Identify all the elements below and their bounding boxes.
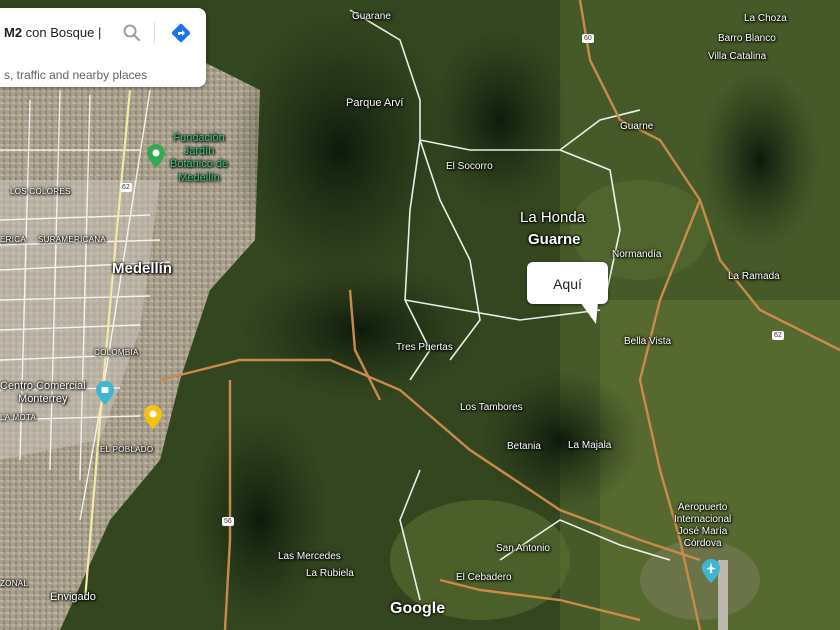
airport-pin-icon[interactable]: [702, 559, 720, 583]
place-pin-icon[interactable]: [144, 405, 162, 429]
search-card: M2 con Bosque | s, traffic and nearby pl…: [0, 8, 206, 87]
place-los-colores: LOS COLORES: [10, 187, 71, 196]
place-san-antonio: San Antonio: [496, 543, 550, 554]
place-fundacion-jardin-botanico[interactable]: Fundación Jardín Botánico de Medellín: [170, 132, 228, 185]
place-colombia: COLOMBIA: [94, 348, 139, 357]
garden-pin-icon[interactable]: [147, 144, 165, 168]
location-marker-callout[interactable]: Aquí: [527, 262, 608, 304]
place-el-socorro: El Socorro: [446, 161, 493, 172]
place-el-cebadero: El Cebadero: [456, 572, 512, 583]
place-la-rubiela: La Rubiela: [306, 568, 354, 579]
place-la-ramada: La Ramada: [728, 271, 780, 282]
place-betania: Betania: [507, 441, 541, 452]
search-query-bold: M2: [4, 25, 23, 40]
road-shield-62: 62: [120, 183, 132, 192]
place-envigado: Envigado: [50, 591, 96, 603]
place-medellin: Medellín: [112, 260, 173, 277]
road-shield-60: 60: [582, 34, 594, 43]
place-la-honda: La Honda: [520, 209, 586, 226]
place-las-mercedes: Las Mercedes: [278, 551, 341, 562]
road-shield-56: 56: [222, 517, 234, 526]
place-zonal: ZONAL: [0, 579, 29, 588]
place-guarne-town: Guarne: [528, 231, 581, 248]
place-normandia: Normandía: [612, 249, 662, 260]
place-parque-arvi: Parque Arví: [346, 97, 404, 109]
place-el-poblado: EL POBLADO: [100, 445, 154, 454]
location-marker-label: Aquí: [553, 276, 582, 292]
place-aeropuerto-jose-maria-cordova[interactable]: Aeropuerto Internacional José María Córd…: [674, 502, 731, 550]
place-villa-catalina: Villa Catalina: [708, 51, 767, 62]
place-guarne: Guarne: [620, 121, 654, 132]
search-icon[interactable]: [122, 23, 142, 43]
place-guarane: Guarane: [352, 11, 391, 22]
search-input[interactable]: M2 con Bosque |: [4, 25, 110, 40]
place-america: ERICA: [0, 235, 26, 244]
google-logo: Google: [390, 600, 446, 617]
place-la-choza: La Choza: [744, 13, 787, 24]
road-shield-62-east: 62: [772, 331, 784, 340]
search-divider: [154, 22, 155, 44]
place-los-tambores: Los Tambores: [460, 402, 523, 413]
search-query-rest: con Bosque |: [22, 25, 102, 40]
place-la-mota: LA MOTA: [0, 413, 37, 422]
place-barro-blanco: Barro Blanco: [718, 33, 776, 44]
directions-icon[interactable]: [170, 22, 192, 44]
place-la-majala: La Majala: [568, 440, 612, 451]
search-suggestion-text: s, traffic and nearby places: [4, 68, 148, 82]
place-centro-comercial-monterrey[interactable]: Centro Comercial Monterrey: [0, 380, 86, 405]
place-bella-vista: Bella Vista: [624, 336, 672, 347]
place-tres-puertas: Tres Puertas: [396, 342, 453, 353]
shopping-pin-icon[interactable]: [96, 381, 114, 405]
place-suramericana: SURAMERICANA: [38, 235, 107, 244]
